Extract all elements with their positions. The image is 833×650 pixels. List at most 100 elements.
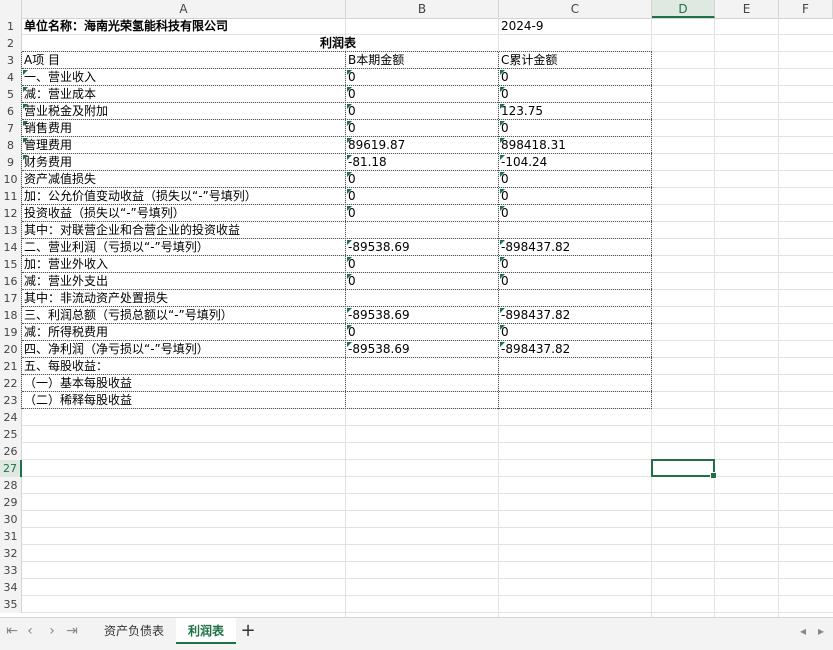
row-header-35[interactable]: 35 (0, 596, 22, 613)
cell-c15[interactable]: 0 (499, 256, 652, 273)
row-header-28[interactable]: 28 (0, 477, 22, 494)
cell-c11[interactable]: 0 (499, 188, 652, 205)
cell-a14[interactable]: 二、营业利润（亏损以“-”号填列） (22, 239, 346, 256)
cell-c10[interactable]: 0 (499, 171, 652, 188)
cell-c20[interactable]: -898437.82 (499, 341, 652, 358)
cell-c17[interactable] (499, 290, 652, 307)
cell-a4[interactable]: 一、营业收入 (22, 69, 346, 86)
cell-c8[interactable]: 898418.31 (499, 137, 652, 154)
cell-b1[interactable] (346, 18, 499, 35)
cell-c22[interactable] (499, 375, 652, 392)
column-header-f[interactable]: F (779, 0, 833, 18)
row-header-31[interactable]: 31 (0, 528, 22, 545)
next-sheet-icon[interactable]: › (44, 622, 60, 640)
cell-c3[interactable]: C累计金额 (499, 52, 652, 69)
row-header-7[interactable]: 7 (0, 120, 22, 137)
cell-a11[interactable]: 加：公允价值变动收益（损失以“-”号填列） (22, 188, 346, 205)
add-sheet-button[interactable]: + (238, 618, 258, 644)
row-header-8[interactable]: 8 (0, 137, 22, 154)
cell-a15[interactable]: 加：营业外收入 (22, 256, 346, 273)
cell-b13[interactable] (346, 222, 499, 239)
row-header-5[interactable]: 5 (0, 86, 22, 103)
cell-b14[interactable]: -89538.69 (346, 239, 499, 256)
cell-b15[interactable]: 0 (346, 256, 499, 273)
cell-b5[interactable]: 0 (346, 86, 499, 103)
cell-a12[interactable]: 投资收益（损失以“-”号填列） (22, 205, 346, 222)
last-sheet-icon[interactable]: ⇥ (64, 622, 80, 640)
prev-sheet-icon[interactable]: ‹ (22, 622, 38, 640)
row-header-32[interactable]: 32 (0, 545, 22, 562)
sheet-tab-balance[interactable]: 资产负债表 (92, 618, 176, 644)
cell-c21[interactable] (499, 358, 652, 375)
cell-b20[interactable]: -89538.69 (346, 341, 499, 358)
cell-b3[interactable]: B本期金额 (346, 52, 499, 69)
cell-c4[interactable]: 0 (499, 69, 652, 86)
cell-b12[interactable]: 0 (346, 205, 499, 222)
cell-a17[interactable]: 其中：非流动资产处置损失 (22, 290, 346, 307)
row-header-6[interactable]: 6 (0, 103, 22, 120)
cell-b7[interactable]: 0 (346, 120, 499, 137)
select-all-corner[interactable] (0, 0, 22, 18)
active-cell-d27[interactable] (651, 459, 717, 479)
row-header-9[interactable]: 9 (0, 154, 22, 171)
cell-a8[interactable]: 管理费用 (22, 137, 346, 154)
cell-a7[interactable]: 销售费用 (22, 120, 346, 137)
cell-c19[interactable]: 0 (499, 324, 652, 341)
row-header-17[interactable]: 17 (0, 290, 22, 307)
cell-b19[interactable]: 0 (346, 324, 499, 341)
cell-b18[interactable]: -89538.69 (346, 307, 499, 324)
cell-a18[interactable]: 三、利润总额（亏损总额以“-”号填列） (22, 307, 346, 324)
cell-b6[interactable]: 0 (346, 103, 499, 120)
scroll-right-icon[interactable]: ▸ (818, 618, 824, 644)
row-header-24[interactable]: 24 (0, 409, 22, 426)
sheet-tab-income[interactable]: 利润表 (176, 618, 237, 644)
row-header-21[interactable]: 21 (0, 358, 22, 375)
cell-a19[interactable]: 减：所得税费用 (22, 324, 346, 341)
row-header-26[interactable]: 26 (0, 443, 22, 460)
row-header-13[interactable]: 13 (0, 222, 22, 239)
cell-a3[interactable]: A项 目 (22, 52, 346, 69)
cell-c23[interactable] (499, 392, 652, 409)
row-header-1[interactable]: 1 (0, 18, 22, 35)
row-header-19[interactable]: 19 (0, 324, 22, 341)
first-sheet-icon[interactable]: ⇤ (4, 622, 20, 640)
row-header-14[interactable]: 14 (0, 239, 22, 256)
cell-a9[interactable]: 财务费用 (22, 154, 346, 171)
row-header-16[interactable]: 16 (0, 273, 22, 290)
row-header-11[interactable]: 11 (0, 188, 22, 205)
fill-handle[interactable] (710, 472, 717, 479)
cell-b9[interactable]: -81.18 (346, 154, 499, 171)
row-header-34[interactable]: 34 (0, 579, 22, 596)
cell-a16[interactable]: 减：营业外支出 (22, 273, 346, 290)
cell-a23[interactable]: （二）稀释每股收益 (22, 392, 346, 409)
cell-a1[interactable]: 单位名称：海南光荣氢能科技有限公司 (22, 18, 346, 35)
cell-c18[interactable]: -898437.82 (499, 307, 652, 324)
row-header-22[interactable]: 22 (0, 375, 22, 392)
cell-a22[interactable]: （一）基本每股收益 (22, 375, 346, 392)
row-header-20[interactable]: 20 (0, 341, 22, 358)
cell-a10[interactable]: 资产减值损失 (22, 171, 346, 188)
cell-b16[interactable]: 0 (346, 273, 499, 290)
cell-b21[interactable] (346, 358, 499, 375)
row-header-3[interactable]: 3 (0, 52, 22, 69)
cell-c1[interactable]: 2024-9 (499, 18, 652, 35)
report-title[interactable]: 利润表 (22, 35, 652, 52)
cell-c5[interactable]: 0 (499, 86, 652, 103)
row-header-2[interactable]: 2 (0, 35, 22, 52)
column-header-e[interactable]: E (715, 0, 779, 18)
row-header-12[interactable]: 12 (0, 205, 22, 222)
row-header-10[interactable]: 10 (0, 171, 22, 188)
cell-c7[interactable]: 0 (499, 120, 652, 137)
cell-c16[interactable]: 0 (499, 273, 652, 290)
cell-b8[interactable]: 89619.87 (346, 137, 499, 154)
column-header-c[interactable]: C (499, 0, 652, 18)
cell-c13[interactable] (499, 222, 652, 239)
row-header-30[interactable]: 30 (0, 511, 22, 528)
cell-b11[interactable]: 0 (346, 188, 499, 205)
cell-a5[interactable]: 减：营业成本 (22, 86, 346, 103)
row-header-27[interactable]: 27 (0, 460, 22, 477)
cell-a13[interactable]: 其中：对联营企业和合营企业的投资收益 (22, 222, 346, 239)
cell-c12[interactable]: 0 (499, 205, 652, 222)
row-header-23[interactable]: 23 (0, 392, 22, 409)
row-header-15[interactable]: 15 (0, 256, 22, 273)
